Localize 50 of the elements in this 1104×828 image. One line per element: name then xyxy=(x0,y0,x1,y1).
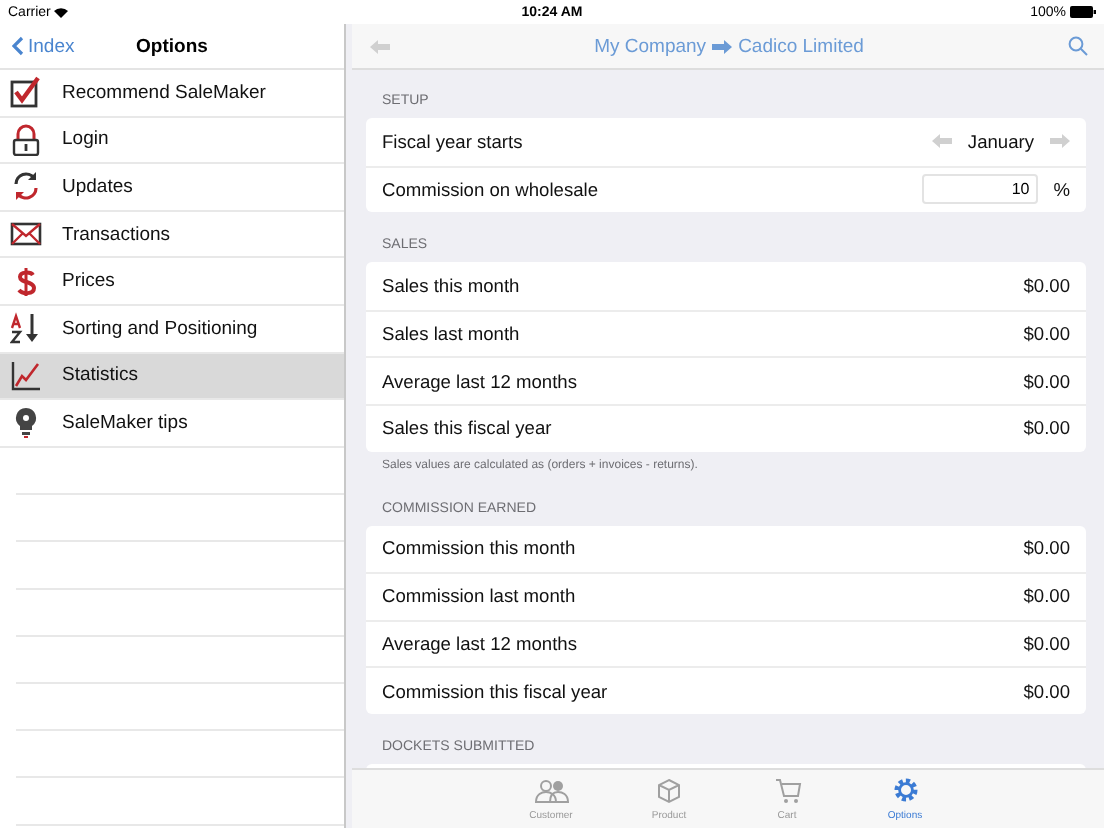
padlock-icon xyxy=(10,123,42,156)
row-label: Fiscal year starts xyxy=(382,131,523,152)
refresh-icon xyxy=(10,170,42,203)
line-chart-icon xyxy=(10,359,42,392)
nav-title: Cadico Limited xyxy=(738,35,864,57)
row-label: Average last 12 months xyxy=(382,371,578,392)
row-label: Sales this month xyxy=(382,275,520,296)
menu-item[interactable]: Prices xyxy=(0,258,344,306)
amount-value: $0.00 xyxy=(1023,586,1070,607)
checkbox-icon xyxy=(10,76,42,109)
menu-item[interactable]: Recommend SaleMaker xyxy=(0,70,344,118)
row-label: Commission this fiscal year xyxy=(382,681,608,702)
menu-item[interactable]: Login xyxy=(0,117,344,165)
panel-title: Options xyxy=(136,35,208,57)
back-arrow-icon[interactable] xyxy=(370,39,390,53)
gear-icon xyxy=(891,776,919,804)
wifi-icon xyxy=(54,7,69,17)
right-arrow-icon xyxy=(712,39,733,53)
commission-input[interactable]: 10 xyxy=(921,174,1038,205)
amount-value: $0.00 xyxy=(1023,681,1070,702)
chevron-left-icon xyxy=(12,36,24,56)
people-icon xyxy=(533,777,569,803)
cube-icon xyxy=(656,777,682,803)
amount-value: $0.00 xyxy=(1023,538,1070,559)
row-label: Commission this month xyxy=(382,538,576,559)
battery-icon xyxy=(1069,6,1096,18)
cart-icon xyxy=(773,777,801,803)
unit-label: % xyxy=(1053,179,1070,200)
envelope-icon xyxy=(10,218,42,251)
nav-title: My Company xyxy=(594,35,707,57)
amount-value: $0.00 xyxy=(1023,634,1070,655)
row-label: Commission last month xyxy=(382,586,576,607)
row-label: Sales this fiscal year xyxy=(382,418,552,439)
right-arrow-icon[interactable] xyxy=(1050,134,1070,149)
sort-icon xyxy=(10,312,42,345)
amount-value: $0.00 xyxy=(1023,275,1070,296)
row-label: Sales last month xyxy=(382,324,520,345)
row-label: Commission on wholesale xyxy=(382,179,598,200)
amount-value: $0.00 xyxy=(1023,324,1070,345)
month-value: January xyxy=(967,131,1034,152)
menu-item[interactable]: Transactions xyxy=(0,211,344,259)
search-icon[interactable] xyxy=(1068,36,1088,56)
row-label: Average last 12 months xyxy=(382,634,578,655)
menu-item[interactable]: Statistics xyxy=(0,353,344,401)
menu-item[interactable]: Updates xyxy=(0,164,344,212)
back-link[interactable]: Index xyxy=(0,35,75,57)
lightbulb-icon xyxy=(10,406,42,439)
amount-value: $0.00 xyxy=(1023,418,1070,439)
amount-value: $0.00 xyxy=(1023,371,1070,392)
left-arrow-icon[interactable] xyxy=(931,134,952,149)
